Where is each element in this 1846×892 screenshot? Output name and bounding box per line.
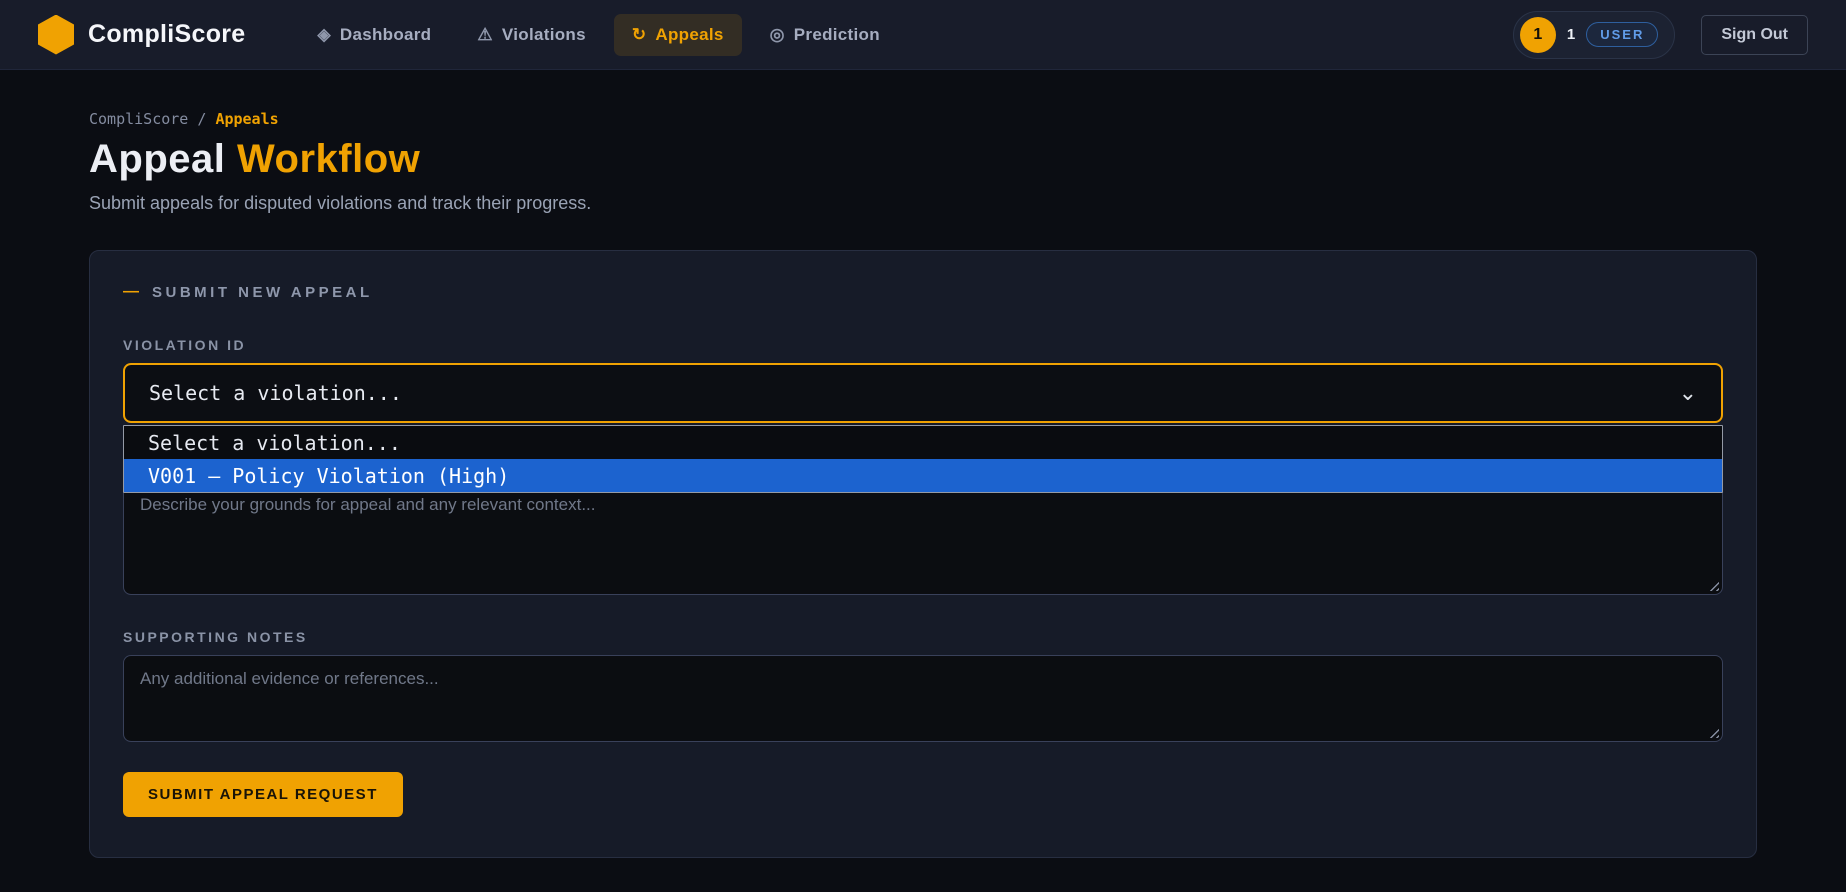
notes-textarea-wrap [123, 655, 1723, 742]
navbar-right: 1 1 USER Sign Out [1513, 11, 1808, 59]
submit-card-header: — SUBMIT NEW APPEAL [123, 283, 1723, 301]
page-title: Appeal Workflow [89, 137, 1757, 182]
notes-textarea[interactable] [123, 655, 1723, 742]
username: 1 [1567, 26, 1575, 43]
section-dash: — [123, 283, 139, 301]
violation-select[interactable]: Select a violation... ⌄ [123, 363, 1723, 423]
dropdown-option-placeholder[interactable]: Select a violation... [124, 426, 1722, 459]
nav-item-violations[interactable]: ⚠ Violations [459, 14, 603, 56]
violation-dropdown-menu: Select a violation... V001 — Policy Viol… [123, 425, 1723, 493]
breadcrumb-separator: / [197, 110, 206, 128]
avatar: 1 [1520, 17, 1556, 53]
breadcrumb-current: Appeals [215, 110, 278, 128]
nav-item-dashboard[interactable]: ◈ Dashboard [300, 14, 450, 56]
submit-appeal-button[interactable]: SUBMIT APPEAL REQUEST [123, 772, 403, 817]
nav-item-prediction[interactable]: ◎ Prediction [752, 14, 898, 56]
breadcrumb-root[interactable]: CompliScore [89, 110, 188, 128]
nav-item-label: Prediction [794, 25, 880, 45]
page-title-accent: Workflow [237, 137, 420, 181]
grounds-textarea[interactable] [123, 481, 1723, 595]
nav-item-label: Violations [502, 25, 586, 45]
violation-id-label: VIOLATION ID [123, 337, 1723, 353]
main-nav: ◈ Dashboard ⚠ Violations ↻ Appeals ◎ Pre… [300, 14, 898, 56]
page-title-primary: Appeal [89, 137, 225, 181]
supporting-notes-label: SUPPORTING NOTES [123, 629, 1723, 645]
main-content: CompliScore / Appeals Appeal Workflow Su… [0, 110, 1846, 892]
grounds-textarea-wrap [123, 481, 1723, 595]
hexagon-logo-icon [38, 15, 74, 55]
violation-select-wrap: Select a violation... ⌄ Select a violati… [123, 363, 1723, 423]
violation-select-value: Select a violation... [149, 381, 402, 405]
target-icon: ◎ [770, 25, 785, 45]
nav-item-label: Dashboard [340, 25, 432, 45]
circular-arrow-icon: ↻ [632, 25, 647, 45]
submit-appeal-card: — SUBMIT NEW APPEAL VIOLATION ID Select … [89, 250, 1757, 858]
user-role-badge: USER [1586, 22, 1658, 47]
submit-card-title: SUBMIT NEW APPEAL [152, 284, 373, 301]
top-navbar: CompliScore ◈ Dashboard ⚠ Violations ↻ A… [0, 0, 1846, 70]
chevron-down-icon: ⌄ [1679, 382, 1697, 404]
user-pill: 1 1 USER [1513, 11, 1675, 59]
diamond-icon: ◈ [318, 25, 331, 45]
nav-item-appeals[interactable]: ↻ Appeals [614, 14, 742, 56]
warning-triangle-icon: ⚠ [477, 25, 493, 45]
brand-name: CompliScore [88, 20, 246, 49]
dropdown-option-v001[interactable]: V001 — Policy Violation (High) [124, 459, 1722, 492]
sign-out-button[interactable]: Sign Out [1701, 15, 1808, 55]
nav-item-label: Appeals [655, 25, 723, 45]
breadcrumb: CompliScore / Appeals [89, 110, 1757, 128]
page-subtitle: Submit appeals for disputed violations a… [89, 193, 1757, 214]
